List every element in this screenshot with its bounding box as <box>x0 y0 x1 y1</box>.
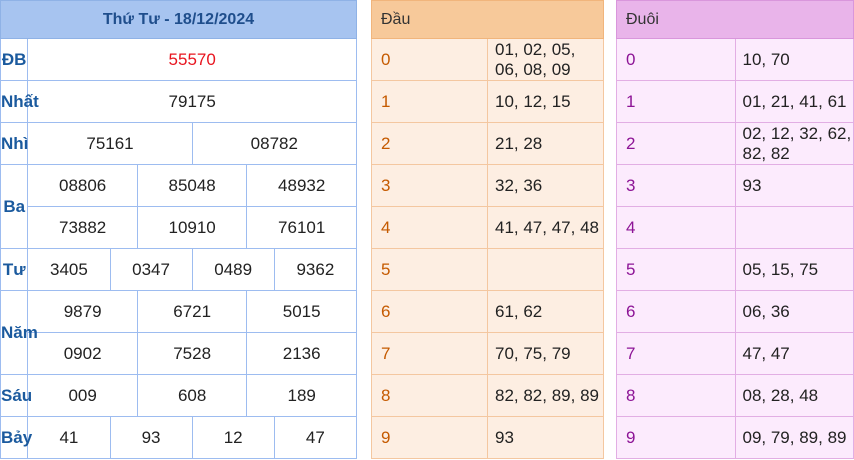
prize-ba-value: 10910 <box>136 206 248 249</box>
dau-values: 61, 62 <box>487 290 604 333</box>
dau-digit: 8 <box>371 374 488 417</box>
prize-label-ba: Ba <box>0 164 29 249</box>
prize-bay-value: 47 <box>273 416 358 459</box>
duoi-values: 05, 15, 75 <box>734 248 854 291</box>
dau-values: 21, 28 <box>487 122 604 165</box>
dau-digit: 9 <box>371 416 488 459</box>
dau-digit: 3 <box>371 164 488 207</box>
prize-sau-value: 009 <box>27 374 138 417</box>
prize-sau-value: 189 <box>246 374 357 417</box>
dau-digit: 7 <box>371 332 488 375</box>
prize-label-nhi: Nhì <box>0 122 28 165</box>
prize-label-db: ĐB <box>0 38 29 81</box>
prize-tu-value: 3405 <box>27 248 111 291</box>
prize-ba-value: 73882 <box>27 206 138 249</box>
prize-bay-value: 93 <box>109 416 193 459</box>
dau-digit: 0 <box>371 38 488 81</box>
prize-ba-value: 76101 <box>246 206 357 249</box>
prize-ba-value: 48932 <box>246 164 357 207</box>
prize-nam-value: 0902 <box>27 332 138 375</box>
prize-label-tu: Tư <box>0 248 29 291</box>
dau-values: 41, 47, 47, 48 <box>487 206 604 249</box>
prize-nhi-value: 08782 <box>191 122 358 165</box>
prize-nam-value: 7528 <box>136 332 248 375</box>
duoi-values: 08, 28, 48 <box>734 374 854 417</box>
prize-nam-value: 6721 <box>136 290 248 333</box>
duoi-digit: 3 <box>616 164 736 207</box>
duoi-digit: 2 <box>616 122 736 165</box>
prize-tu-value: 9362 <box>273 248 358 291</box>
prize-nam-value: 2136 <box>246 332 357 375</box>
duoi-values: 01, 21, 41, 61 <box>734 80 854 123</box>
prize-ba-value: 08806 <box>27 164 138 207</box>
duoi-digit: 6 <box>616 290 736 333</box>
duoi-values: 93 <box>734 164 854 207</box>
duoi-values: 09, 79, 89, 89 <box>734 416 854 459</box>
dau-values <box>487 248 604 291</box>
prize-label-bay: Bảy <box>0 416 32 459</box>
prize-bay-value: 12 <box>191 416 275 459</box>
prize-tu-value: 0347 <box>109 248 193 291</box>
duoi-header: Đuôi <box>616 0 854 39</box>
dau-values: 82, 82, 89, 89 <box>487 374 604 417</box>
duoi-table: Đuôi 0 10, 70 1 01, 21, 41, 61 2 02, 12, 32… <box>616 0 854 459</box>
duoi-digit: 9 <box>616 416 736 459</box>
prize-label-nhat: Nhất <box>0 80 39 123</box>
dau-digit: 2 <box>371 122 488 165</box>
dau-digit: 4 <box>371 206 488 249</box>
duoi-values <box>734 206 854 249</box>
prize-bay-value: 41 <box>27 416 111 459</box>
date-title: Thứ Tư - 18/12/2024 <box>0 0 357 39</box>
dau-values: 93 <box>487 416 604 459</box>
dau-values: 32, 36 <box>487 164 604 207</box>
prize-label-sau: Sáu <box>0 374 32 417</box>
prize-tu-value: 0489 <box>191 248 275 291</box>
prize-ba-value: 85048 <box>136 164 248 207</box>
prize-label-nam: Năm <box>0 290 38 375</box>
dau-values: 01, 02, 05, 06, 08, 09 <box>487 38 604 81</box>
duoi-values: 10, 70 <box>734 38 854 81</box>
dau-digit: 5 <box>371 248 488 291</box>
duoi-digit: 1 <box>616 80 736 123</box>
dau-digit: 1 <box>371 80 488 123</box>
duoi-digit: 8 <box>616 374 736 417</box>
dau-digit: 6 <box>371 290 488 333</box>
dau-table: Đầu 0 01, 02, 05, 06, 08, 09 1 10, 12, 15 … <box>371 0 604 459</box>
duoi-digit: 5 <box>616 248 736 291</box>
dau-values: 70, 75, 79 <box>487 332 604 375</box>
prize-nhat-value: 79175 <box>27 80 357 123</box>
prize-nam-value: 5015 <box>246 290 357 333</box>
dau-header: Đầu <box>371 0 604 39</box>
duoi-digit: 7 <box>616 332 736 375</box>
results-table: Thứ Tư - 18/12/2024 ĐB 55570 Nhất 79175 … <box>0 0 358 459</box>
duoi-values: 02, 12, 32, 62, 82, 82 <box>734 122 854 165</box>
prize-nam-value: 9879 <box>27 290 138 333</box>
duoi-digit: 4 <box>616 206 736 249</box>
dau-values: 10, 12, 15 <box>487 80 604 123</box>
duoi-digit: 0 <box>616 38 736 81</box>
duoi-values: 47, 47 <box>734 332 854 375</box>
prize-nhi-value: 75161 <box>27 122 193 165</box>
prize-db-value: 55570 <box>27 38 357 81</box>
prize-sau-value: 608 <box>136 374 248 417</box>
duoi-values: 06, 36 <box>734 290 854 333</box>
